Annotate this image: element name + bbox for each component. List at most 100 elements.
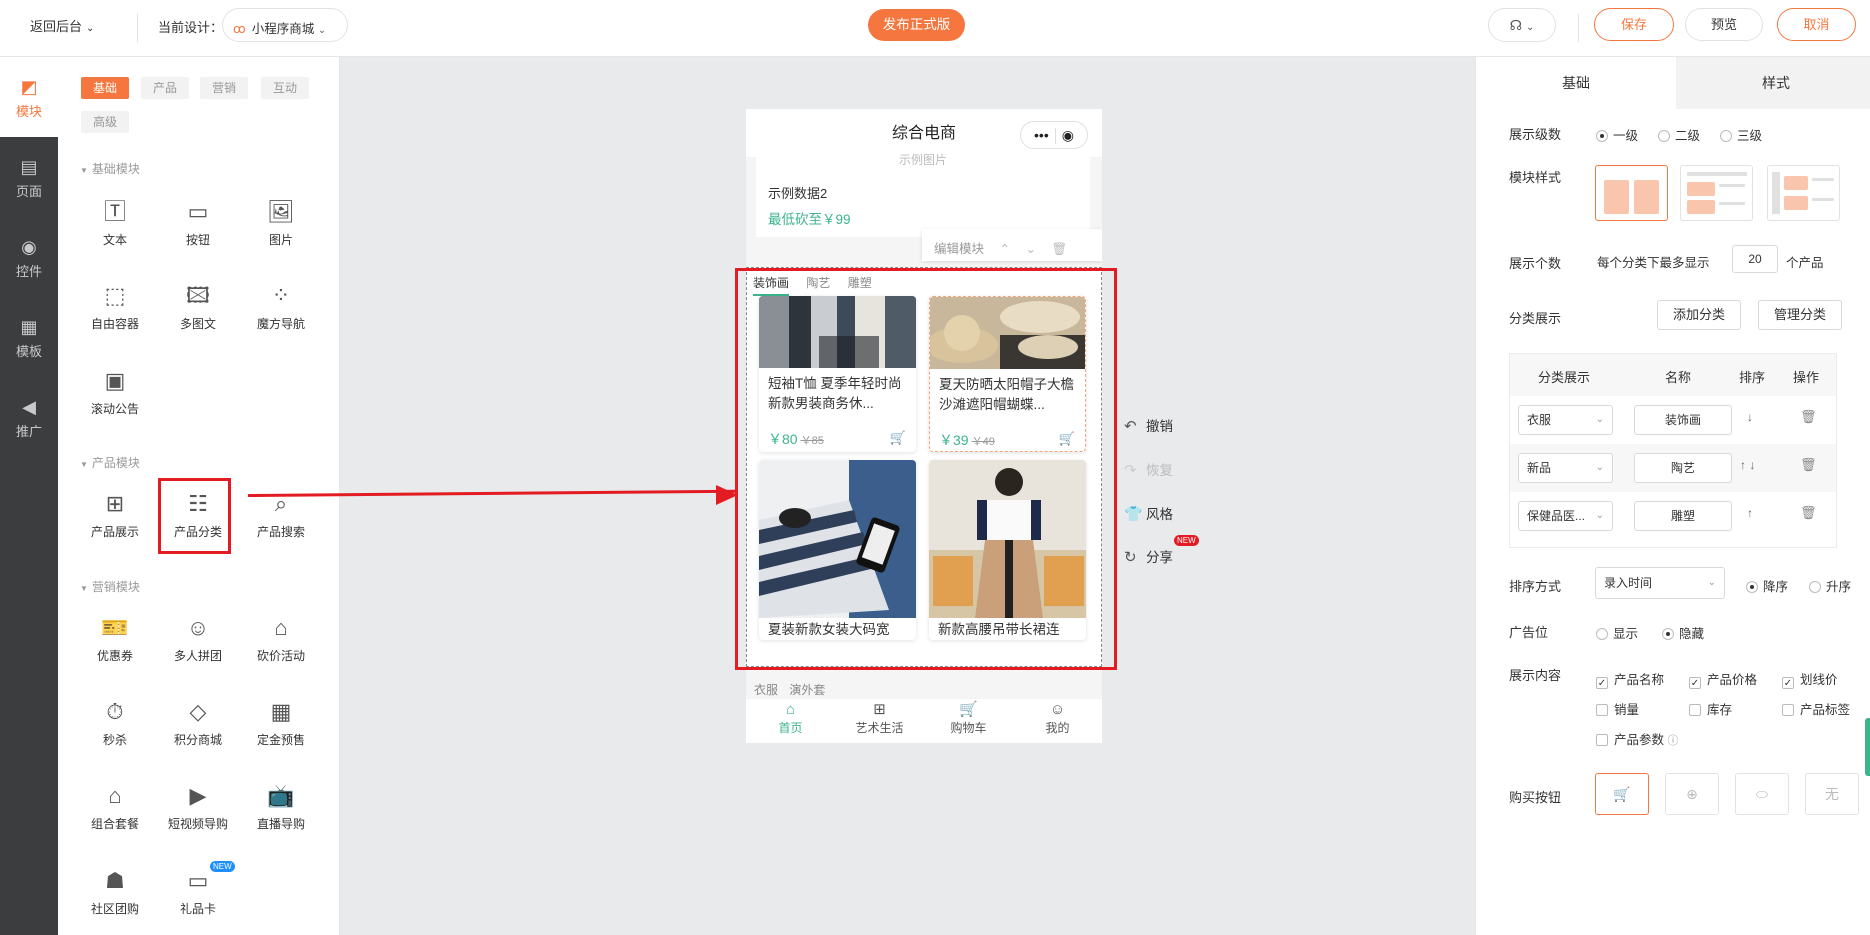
module-scroll-notice[interactable]: ▣ 滚动公告	[80, 366, 150, 417]
module-flash-sale[interactable]: ⏱ 秒杀	[80, 697, 150, 748]
category-select[interactable]: 衣服 ⌄	[1518, 405, 1613, 435]
save-button[interactable]: 保存	[1594, 8, 1674, 41]
ad-show-radio[interactable]: 显示	[1596, 623, 1638, 642]
tab-mine[interactable]: ☺ 我的	[1013, 701, 1102, 736]
manage-category-button[interactable]: 管理分类	[1758, 300, 1842, 330]
show-stock-checkbox[interactable]: 库存	[1689, 699, 1732, 718]
sort-arrows[interactable]: ↓	[1747, 410, 1753, 424]
section-basic[interactable]: ▼ 基础模块	[80, 160, 140, 177]
tab-home[interactable]: ⌂ 首页	[746, 701, 835, 736]
category-select[interactable]: 新品 ⌄	[1518, 453, 1613, 483]
module-cube-nav[interactable]: ⁘ 魔方导航	[246, 281, 316, 332]
display-count-input[interactable]: 20	[1732, 245, 1778, 273]
module-group-buy[interactable]: ☺ 多人拼团	[163, 613, 233, 664]
move-down-icon[interactable]: ⌄	[1025, 242, 1035, 256]
module-coupon[interactable]: 🎫 优惠券	[80, 613, 150, 664]
show-product-price-checkbox[interactable]: ✓ 产品价格	[1689, 669, 1757, 689]
cancel-button[interactable]: 取消	[1777, 8, 1856, 41]
sort-arrows[interactable]: ↑ ↓	[1740, 458, 1755, 472]
module-free-container[interactable]: ⬚ 自由容器	[80, 281, 150, 332]
delete-icon[interactable]: 🗑	[1800, 409, 1817, 425]
category-name-input[interactable]: 装饰画	[1634, 405, 1732, 435]
coupon-icon: 🎫	[101, 615, 129, 640]
module-product-display[interactable]: ⊞ 产品展示	[80, 489, 150, 540]
module-community-group[interactable]: ☗ 社区团购	[80, 866, 150, 917]
tab-basic[interactable]: 基础	[81, 77, 130, 99]
module-bargain[interactable]: ⌂ 砍价活动	[246, 613, 316, 664]
design-selector[interactable]: ꝏ 小程序商城 ⌄	[222, 8, 348, 42]
delete-icon[interactable]: 🗑	[1051, 242, 1067, 256]
delete-icon[interactable]: 🗑	[1800, 457, 1817, 473]
rail-item-promote[interactable]: ◀ 推广	[0, 397, 58, 440]
more-icon: •••	[1034, 127, 1049, 143]
tab-basic-settings[interactable]: 基础	[1476, 57, 1676, 109]
customer-service-button[interactable]: ☊ ⌄	[1488, 8, 1556, 42]
rail-item-template[interactable]: ▦ 模板	[0, 317, 58, 360]
previous-module-card[interactable]: 示例图片 示例数据2 最低砍至￥99	[756, 153, 1090, 237]
chevron-down-icon: ⌄	[317, 25, 327, 36]
buy-style-none[interactable]: 无	[1805, 773, 1859, 815]
module-button[interactable]: ▭ 按钮	[163, 197, 233, 248]
module-presale[interactable]: ▦ 定金预售	[246, 697, 316, 748]
share-button[interactable]: ↻ 分享	[1124, 546, 1173, 566]
module-points-mall[interactable]: ◇ 积分商城	[163, 697, 233, 748]
edit-module-button[interactable]: 编辑模块	[934, 242, 984, 256]
side-tab-handle[interactable]	[1865, 718, 1870, 776]
mini-program-capsule[interactable]: ••• ◉	[1020, 121, 1088, 149]
sort-desc-radio[interactable]: 降序	[1746, 576, 1788, 595]
tab-interaction[interactable]: 互动	[261, 77, 310, 99]
level-three-radio[interactable]: 三级	[1720, 125, 1762, 144]
ad-hide-radio[interactable]: 隐藏	[1662, 623, 1704, 642]
buy-style-cart[interactable]: 🛒	[1595, 773, 1649, 815]
category-select[interactable]: 保健品医... ⌄	[1518, 501, 1613, 531]
module-image[interactable]: 🖼 图片	[246, 197, 316, 248]
caret-down-icon: ▼	[80, 166, 88, 175]
style-button[interactable]: 👕 风格	[1124, 503, 1173, 523]
category-name-input[interactable]: 陶艺	[1634, 453, 1732, 483]
module-combo[interactable]: ⌂ 组合套餐	[80, 781, 150, 832]
rail-item-widget[interactable]: ◉ 控件	[0, 237, 58, 280]
section-marketing[interactable]: ▼ 营销模块	[80, 578, 140, 595]
add-category-button[interactable]: 添加分类	[1657, 300, 1741, 330]
tab-art-life[interactable]: ⊞ 艺术生活	[835, 701, 924, 736]
sort-arrows[interactable]: ↑	[1747, 506, 1753, 520]
tab-product[interactable]: 产品	[141, 77, 190, 99]
back-to-admin-button[interactable]: 返回后台 ⌄	[30, 16, 94, 35]
delete-icon[interactable]: 🗑	[1800, 505, 1817, 521]
tab-advanced[interactable]: 高级	[81, 111, 130, 133]
sort-method-select[interactable]: 录入时间 ⌄	[1595, 567, 1725, 599]
help-icon[interactable]: ⓘ	[1668, 735, 1679, 747]
sort-asc-radio[interactable]: 升序	[1809, 576, 1851, 595]
module-live-shopping[interactable]: 📺 直播导购	[246, 781, 316, 832]
preview-button[interactable]: 预览	[1685, 8, 1763, 41]
style-option-2[interactable]	[1680, 165, 1753, 221]
module-multi-image-text[interactable]: 🖾 多图文	[163, 281, 233, 332]
style-option-1[interactable]	[1595, 165, 1668, 221]
module-text[interactable]: 🅃 文本	[80, 197, 150, 248]
rail-item-module[interactable]: ◩ 模块	[0, 77, 58, 120]
buy-style-plus[interactable]: ⊕	[1665, 773, 1719, 815]
display-content-label: 展示内容	[1509, 668, 1562, 683]
tab-cart[interactable]: 🛒 购物车	[924, 701, 1013, 736]
move-up-icon[interactable]: ⌃	[1000, 242, 1010, 256]
module-gift-card[interactable]: ▭ 礼品卡	[163, 866, 233, 917]
tab-style-settings[interactable]: 样式	[1676, 57, 1870, 109]
level-two-radio[interactable]: 二级	[1658, 125, 1700, 144]
style-option-3[interactable]	[1767, 165, 1840, 221]
show-product-tag-checkbox[interactable]: 产品标签	[1782, 699, 1850, 718]
undo-button[interactable]: ↶ 撤销	[1124, 415, 1173, 435]
show-product-name-checkbox[interactable]: ✓ 产品名称	[1596, 669, 1664, 689]
tab-marketing[interactable]: 营销	[200, 77, 249, 99]
rail-item-page[interactable]: ▤ 页面	[0, 157, 58, 200]
show-strike-price-checkbox[interactable]: ✓ 划线价	[1782, 669, 1838, 689]
category-name-input[interactable]: 雕塑	[1634, 501, 1732, 531]
redo-button[interactable]: ↷ 恢复	[1124, 459, 1173, 479]
publish-button[interactable]: 发布正式版	[868, 9, 965, 41]
module-short-video[interactable]: ▶ 短视频导购	[163, 781, 233, 832]
show-product-params-checkbox[interactable]: 产品参数 ⓘ	[1596, 729, 1679, 748]
chevron-down-icon: ⌄	[1707, 577, 1716, 588]
level-one-radio[interactable]: 一级	[1596, 125, 1638, 144]
section-product[interactable]: ▼ 产品模块	[80, 454, 140, 471]
buy-style-pill[interactable]: ⬭	[1735, 773, 1789, 815]
show-sales-checkbox[interactable]: 销量	[1596, 699, 1639, 718]
